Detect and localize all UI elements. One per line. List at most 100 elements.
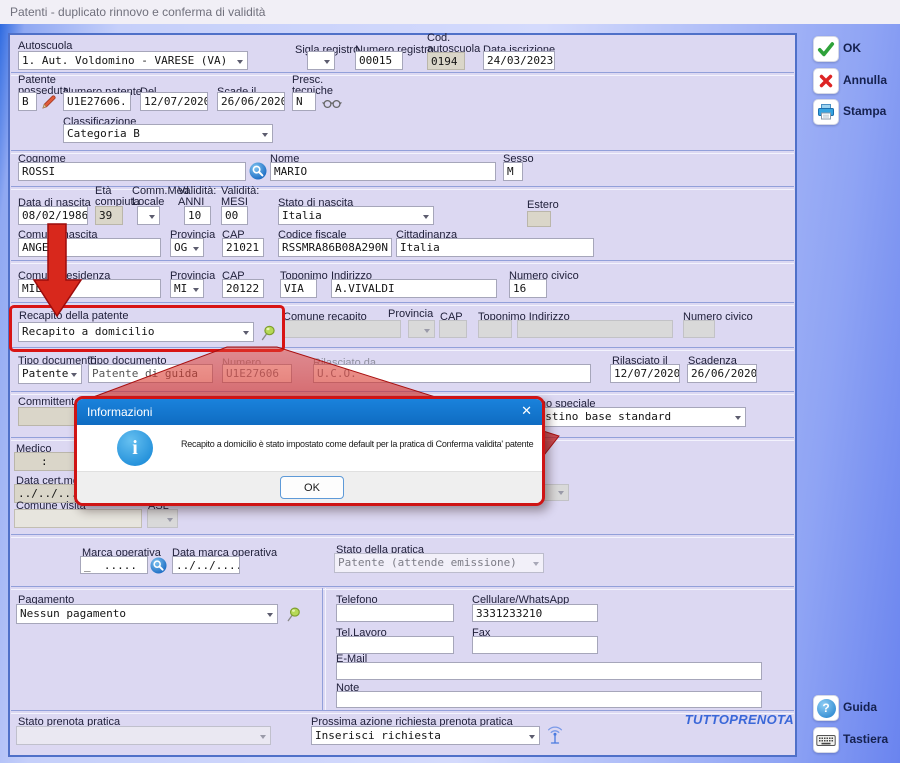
chevron-down-icon (529, 735, 535, 742)
search-icon[interactable] (249, 162, 267, 185)
comune-recapito-field (283, 320, 401, 338)
sesso-field[interactable]: M (503, 162, 523, 181)
numero-patente-field[interactable]: U1E27606. (63, 92, 131, 111)
hidden-select (542, 484, 569, 501)
scade-il-field[interactable]: 26/06/2020 (217, 92, 285, 111)
dialog-ok-button[interactable]: OK (280, 476, 344, 499)
data-marca-operativa-field[interactable]: ../../.... (172, 556, 240, 574)
data-iscrizione-field[interactable]: 24/03/2023 (483, 51, 555, 70)
section-divider (11, 586, 794, 590)
cap-nascita-field[interactable]: 21021 (222, 238, 264, 257)
info-dialog: Informazioni ✕ i Recapito a domicilio è … (74, 396, 545, 506)
numero-civico-field[interactable]: 16 (509, 279, 547, 298)
nome-field[interactable]: MARIO (270, 162, 496, 181)
cellulare-field[interactable]: 3331233210 (472, 604, 598, 622)
autoscuola-select[interactable]: 1. Aut. Voldomino - VARESE (VA) (18, 51, 248, 70)
tipo-documento-select[interactable]: Patente (18, 364, 82, 384)
stampa-button[interactable]: Stampa (809, 99, 897, 125)
tastiera-button[interactable]: Tastiera (809, 727, 897, 753)
tel-lavoro-field[interactable] (336, 636, 454, 654)
section-divider (11, 72, 794, 76)
stato-nascita-select[interactable]: Italia (278, 206, 434, 225)
section-divider (11, 260, 794, 264)
scadenza-field[interactable]: 26/06/2020 (687, 364, 757, 383)
annulla-button[interactable]: Annulla (809, 68, 897, 94)
indirizzo-field[interactable]: A.VIVALDI (331, 279, 497, 298)
chevron-down-icon (267, 613, 273, 620)
rilasciato-da-field: U.C.O. (313, 364, 591, 383)
annulla-button-label: Annulla (843, 73, 887, 87)
chevron-down-icon (423, 215, 429, 222)
dialog-body: i Recapito a domicilio è stato impostato… (77, 425, 542, 472)
recapito-patente-label: Recapito della patente (19, 310, 128, 322)
indirizzo-recapito-field (517, 320, 673, 338)
guida-button[interactable]: ? Guida (809, 695, 897, 721)
rilasciato-il-field[interactable]: 12/07/2020 (610, 364, 680, 383)
column-divider (322, 588, 326, 710)
validita-anni-label: Validità: ANNI (178, 186, 224, 208)
stampa-button-label: Stampa (843, 104, 886, 118)
stato-prenota-select (16, 726, 271, 745)
chevron-down-icon (237, 60, 243, 67)
chevron-down-icon (167, 518, 173, 525)
provincia-recapito-label: Provincia (388, 308, 433, 320)
validita-mesi-label: Validità: MESI (221, 186, 267, 208)
numero-civico-recapito-field (683, 320, 715, 338)
medico-field: : (14, 452, 82, 471)
comune-visita-field[interactable] (14, 509, 142, 528)
cognome-field[interactable]: ROSSI (18, 162, 246, 181)
note-field[interactable] (336, 691, 762, 708)
numero-registro-field[interactable]: 00015 (355, 51, 403, 70)
chevron-down-icon (149, 215, 155, 222)
recapito-patente-select[interactable]: Recapito a domicilio (18, 322, 254, 342)
cap-residenza-field[interactable]: 20122 (222, 279, 264, 298)
printer-icon (813, 99, 839, 125)
numero-documento-field: U1E27606 (222, 364, 292, 383)
listino-speciale-select[interactable]: Listino base standard (528, 407, 746, 427)
edit-pencil-icon[interactable] (40, 93, 58, 116)
chevron-down-icon (735, 416, 741, 423)
data-nascita-field[interactable]: 08/02/1986 (18, 206, 88, 225)
patente-posseduta-field[interactable]: B (18, 92, 37, 111)
comune-residenza-field[interactable]: MILANO (18, 279, 161, 298)
window-titlebar: Patenti - duplicato rinnovo e conferma d… (0, 0, 900, 25)
del-field[interactable]: 12/07/2020 (140, 92, 208, 111)
validita-mesi-field[interactable]: 00 (221, 206, 248, 225)
validita-anni-field[interactable]: 10 (184, 206, 211, 225)
dialog-title: Informazioni (87, 405, 152, 419)
estero-field (527, 211, 551, 227)
fax-field[interactable] (472, 636, 598, 654)
dialog-footer: OK (77, 471, 542, 503)
pin-icon[interactable] (258, 323, 277, 347)
comune-nascita-field[interactable]: ANGERA (18, 238, 161, 257)
chevron-down-icon (193, 288, 199, 295)
search-icon[interactable] (150, 557, 167, 579)
close-icon[interactable]: ✕ (521, 403, 532, 419)
provincia-nascita-select[interactable]: OG (170, 238, 204, 257)
pin-icon[interactable] (284, 605, 302, 628)
asl-select (147, 509, 178, 528)
antenna-icon[interactable] (546, 726, 564, 750)
ok-button[interactable]: OK (809, 36, 897, 62)
guida-button-label: Guida (843, 700, 877, 714)
tipo-documento2-field: Patente di guida (88, 364, 213, 383)
codice-fiscale-field[interactable]: RSSMRA86B08A290N (278, 238, 392, 257)
check-icon (813, 36, 839, 62)
section-divider (11, 302, 794, 306)
classificazione-select[interactable]: Categoria B (63, 124, 273, 143)
sigla-registro-select[interactable] (307, 51, 335, 70)
prossima-azione-select[interactable]: Inserisci richiesta (311, 726, 540, 745)
comm-med-select[interactable] (137, 206, 160, 225)
telefono-field[interactable] (336, 604, 454, 622)
presc-tecniche-field[interactable]: N (292, 92, 316, 111)
chevron-down-icon (533, 562, 539, 569)
provincia-residenza-select[interactable]: MI (170, 279, 204, 298)
eta-field: 39 (95, 206, 123, 225)
dialog-titlebar: Informazioni ✕ (77, 399, 542, 425)
marca-operativa-field[interactable]: _ ..... (80, 556, 148, 574)
cap-recapito-field (439, 320, 467, 338)
pagamento-select[interactable]: Nessun pagamento (16, 604, 278, 624)
email-field[interactable] (336, 662, 762, 680)
cittadinanza-field[interactable]: Italia (396, 238, 594, 257)
toponimo-field[interactable]: VIA (280, 279, 317, 298)
